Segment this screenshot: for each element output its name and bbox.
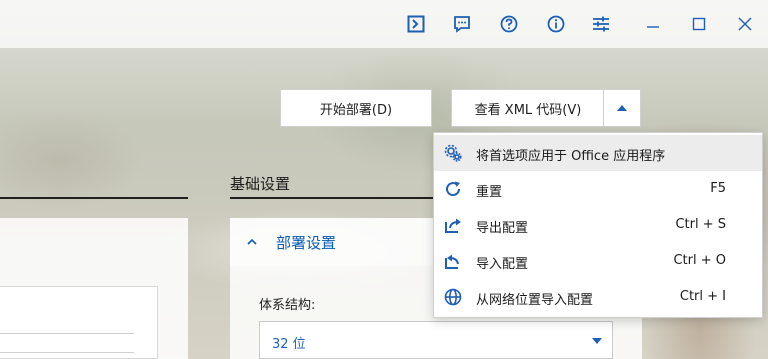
actions-dropdown-menu: 将首选项应用于 Office 应用程序 重置 F5 导出配置 Ctrl + S … bbox=[433, 132, 763, 318]
caret-down-icon bbox=[592, 338, 602, 344]
start-deploy-button[interactable]: 开始部署(D) bbox=[280, 89, 432, 127]
menu-item-import[interactable]: 导入配置 Ctrl + O bbox=[434, 243, 762, 279]
menu-item-shortcut: F5 bbox=[710, 181, 726, 196]
menu-item-label: 将首选项应用于 Office 应用程序 bbox=[476, 149, 666, 164]
section-underline bbox=[230, 197, 440, 199]
menu-item-label: 重置 bbox=[476, 185, 503, 200]
settings-sliders-icon[interactable] bbox=[590, 13, 612, 35]
more-actions-dropdown-button[interactable] bbox=[603, 89, 641, 127]
left-divider bbox=[0, 333, 134, 334]
menu-item-shortcut: Ctrl + S bbox=[675, 217, 726, 232]
info-icon[interactable] bbox=[545, 13, 567, 35]
left-input-box[interactable] bbox=[0, 286, 158, 359]
refresh-icon bbox=[446, 181, 461, 197]
menu-item-export[interactable]: 导出配置 Ctrl + S bbox=[434, 207, 762, 243]
menu-item-shortcut: Ctrl + I bbox=[679, 289, 726, 304]
feedback-icon[interactable] bbox=[451, 13, 473, 35]
caret-up-icon bbox=[617, 105, 627, 111]
chevron-up-icon[interactable] bbox=[246, 236, 258, 248]
left-divider bbox=[0, 352, 134, 353]
view-xml-label: 查看 XML 代码(V) bbox=[474, 102, 582, 118]
menu-item-apply-preferences[interactable]: 将首选项应用于 Office 应用程序 bbox=[434, 135, 762, 171]
minimize-icon[interactable] bbox=[641, 12, 665, 36]
section-title: 基础设置 bbox=[230, 175, 291, 193]
left-section-underline bbox=[0, 197, 188, 199]
gear-apply-icon bbox=[444, 144, 462, 162]
start-deploy-label: 开始部署(D) bbox=[319, 102, 393, 118]
import-icon bbox=[445, 254, 459, 269]
menu-item-shortcut: Ctrl + O bbox=[673, 253, 726, 268]
menu-item-label: 导入配置 bbox=[476, 257, 529, 272]
architecture-value: 32 位 bbox=[272, 337, 306, 352]
architecture-select[interactable]: 32 位 bbox=[259, 321, 613, 359]
close-icon[interactable] bbox=[733, 12, 757, 36]
menu-item-reset[interactable]: 重置 F5 bbox=[434, 171, 762, 207]
panel-title: 部署设置 bbox=[276, 234, 337, 252]
menu-item-label: 从网络位置导入配置 bbox=[476, 293, 594, 308]
help-icon[interactable] bbox=[498, 13, 520, 35]
menu-item-label: 导出配置 bbox=[476, 221, 529, 236]
view-xml-button[interactable]: 查看 XML 代码(V) bbox=[451, 89, 605, 127]
title-bar bbox=[0, 0, 768, 48]
globe-icon bbox=[444, 288, 462, 306]
maximize-icon[interactable] bbox=[687, 12, 711, 36]
export-icon bbox=[445, 218, 461, 233]
architecture-label: 体系结构: bbox=[259, 298, 316, 313]
menu-item-import-network[interactable]: 从网络位置导入配置 Ctrl + I bbox=[434, 279, 762, 315]
terminal-icon[interactable] bbox=[405, 13, 427, 35]
